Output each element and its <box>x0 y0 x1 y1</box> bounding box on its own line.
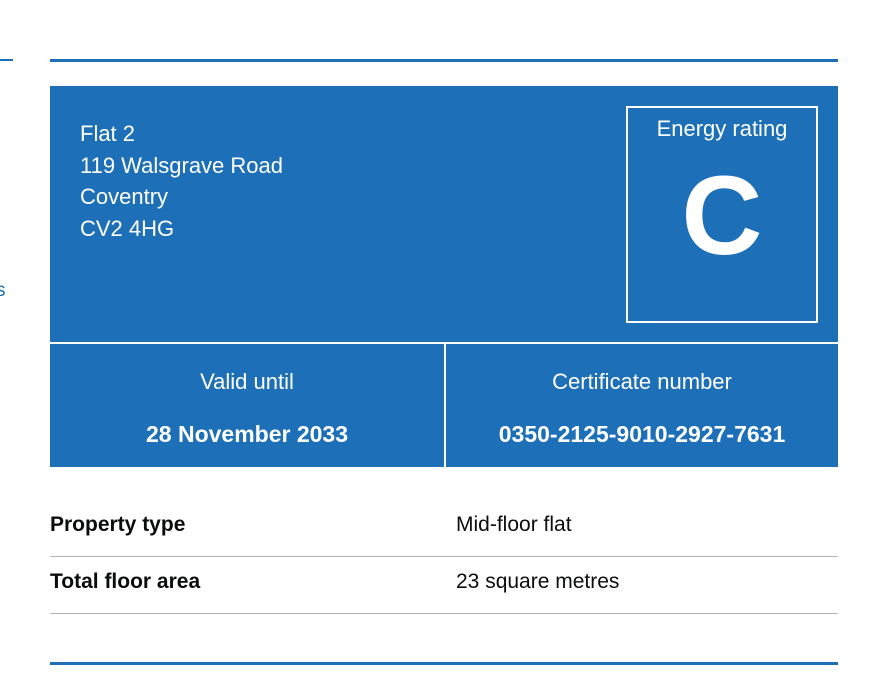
summary-key-floor-area: Total floor area <box>50 570 201 593</box>
valid-until-cell: Valid until 28 November 2033 <box>50 344 444 467</box>
certificate-number-cell: Certificate number 0350-2125-9010-2927-7… <box>446 344 838 467</box>
energy-rating-box: Energy rating C <box>626 106 818 323</box>
valid-until-label: Valid until <box>200 369 294 394</box>
side-nav-rule <box>0 59 13 61</box>
summary-key-property-type: Property type <box>50 513 186 536</box>
address-line-1: Flat 2 <box>80 121 136 146</box>
summary-row: Property type Mid-floor flat <box>50 500 838 557</box>
summary-row: Total floor area 23 square metres <box>50 557 838 614</box>
address-line-2: 119 Walsgrave Road <box>80 152 283 178</box>
side-nav-link-fragment[interactable]: s <box>0 280 6 302</box>
energy-rating-value: C <box>681 153 763 278</box>
property-address: Flat 2 119 Walsgrave Road Coventry CV2 4… <box>80 118 283 244</box>
summary-value-property-type: Mid-floor flat <box>456 513 572 536</box>
section-top-rule <box>50 59 838 62</box>
certificate-panel: Flat 2 119 Walsgrave Road Coventry CV2 4… <box>50 86 838 467</box>
certificate-number-value: 0350-2125-9010-2927-7631 <box>498 421 786 447</box>
valid-until-value: 28 November 2033 <box>145 421 348 447</box>
property-summary-list: Property type Mid-floor flat Total floor… <box>50 500 838 614</box>
summary-value-floor-area: 23 square metres <box>456 570 620 593</box>
energy-rating-label: Energy rating <box>656 116 788 141</box>
address-postcode: CV2 4HG <box>80 215 175 241</box>
certificate-number-label: Certificate number <box>552 369 732 394</box>
address-line-3: Coventry <box>80 184 169 209</box>
section-bottom-rule <box>50 662 838 665</box>
